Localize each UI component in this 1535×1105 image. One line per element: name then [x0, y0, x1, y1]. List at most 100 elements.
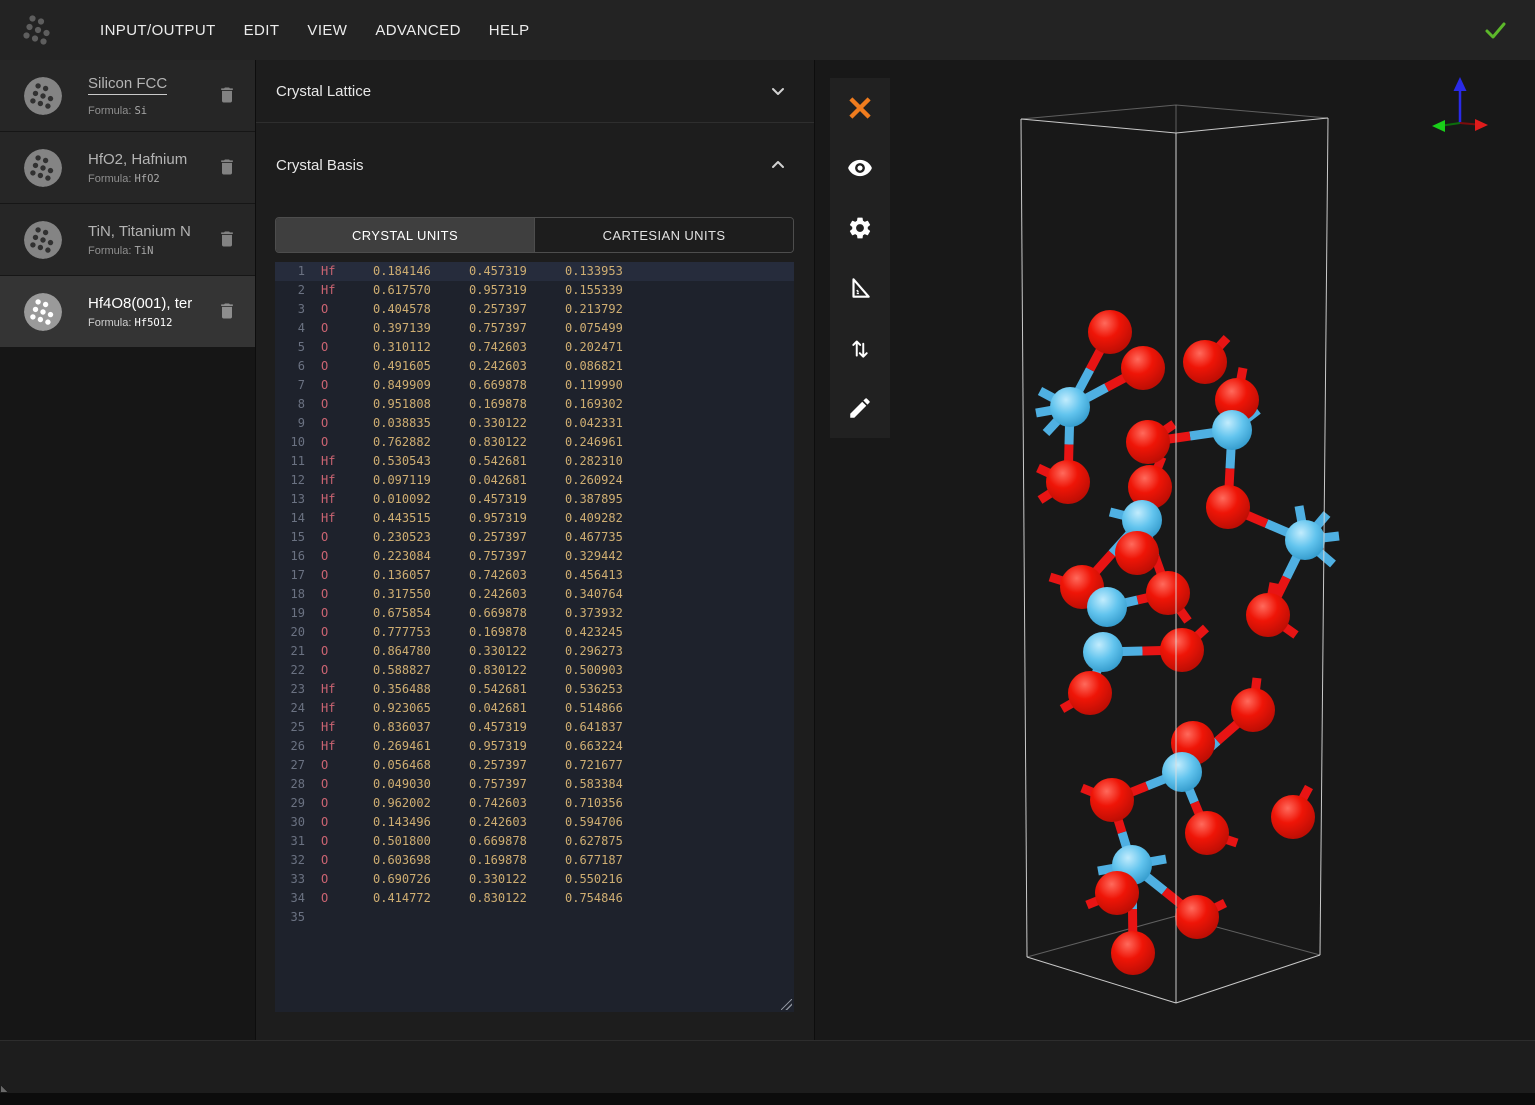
- basis-line[interactable]: 9O0.0388350.3301220.042331: [275, 414, 794, 433]
- material-item-silicon-fcc[interactable]: Silicon FCC Formula: Si: [0, 60, 255, 132]
- basis-line[interactable]: 14Hf0.4435150.9573190.409282: [275, 509, 794, 528]
- o-atom[interactable]: [1126, 420, 1170, 464]
- o-atom[interactable]: [1146, 571, 1190, 615]
- o-atom[interactable]: [1271, 795, 1315, 839]
- material-title[interactable]: TiN, Titanium N: [88, 223, 191, 240]
- delete-material-button[interactable]: [215, 228, 239, 252]
- visibility-button[interactable]: [830, 138, 890, 198]
- basis-line[interactable]: 11Hf0.5305430.5426810.282310: [275, 452, 794, 471]
- crystal-basis-header[interactable]: Crystal Basis: [256, 134, 814, 196]
- delete-material-button[interactable]: [215, 300, 239, 324]
- hf-atom[interactable]: [1083, 632, 1123, 672]
- o-atom[interactable]: [1231, 688, 1275, 732]
- close-icon: [847, 95, 873, 121]
- o-atom[interactable]: [1246, 593, 1290, 637]
- basis-line[interactable]: 29O0.9620020.7426030.710356: [275, 794, 794, 813]
- material-item-hf4o8-selected[interactable]: Hf4O8(001), ter Formula: Hf5O12: [0, 276, 255, 348]
- basis-line[interactable]: 28O0.0490300.7573970.583384: [275, 775, 794, 794]
- basis-line[interactable]: 17O0.1360570.7426030.456413: [275, 566, 794, 585]
- settings-button[interactable]: [830, 198, 890, 258]
- basis-line[interactable]: 4O0.3971390.7573970.075499: [275, 319, 794, 338]
- crystal-lattice-header[interactable]: Crystal Lattice: [256, 60, 814, 122]
- o-atom[interactable]: [1046, 460, 1090, 504]
- basis-line[interactable]: 20O0.7777530.1698780.423245: [275, 623, 794, 642]
- material-avatar: [24, 149, 62, 187]
- material-item-tin[interactable]: TiN, Titanium N Formula: TiN: [0, 204, 255, 276]
- material-title[interactable]: Hf4O8(001), ter: [88, 295, 192, 312]
- material-title[interactable]: Silicon FCC: [88, 75, 167, 95]
- basis-line[interactable]: 30O0.1434960.2426030.594706: [275, 813, 794, 832]
- close-button[interactable]: [830, 78, 890, 138]
- basis-line[interactable]: 18O0.3175500.2426030.340764: [275, 585, 794, 604]
- app-logo-icon[interactable]: [18, 10, 58, 50]
- basis-line[interactable]: 2Hf0.6175700.9573190.155339: [275, 281, 794, 300]
- basis-line[interactable]: 12Hf0.0971190.0426810.260924: [275, 471, 794, 490]
- tab-crystal-units[interactable]: CRYSTAL UNITS: [276, 218, 534, 252]
- menu-help[interactable]: HELP: [475, 12, 544, 49]
- hf-atom[interactable]: [1285, 520, 1325, 560]
- editor-resize-handle[interactable]: [781, 999, 792, 1010]
- material-item-hfo2[interactable]: HfO2, Hafnium Formula: HfO2: [0, 132, 255, 204]
- basis-line[interactable]: 27O0.0564680.2573970.721677: [275, 756, 794, 775]
- hf-atom[interactable]: [1050, 387, 1090, 427]
- o-atom[interactable]: [1115, 531, 1159, 575]
- menu-edit[interactable]: EDIT: [230, 12, 294, 49]
- chevron-up-icon[interactable]: [766, 153, 790, 177]
- basis-line[interactable]: 32O0.6036980.1698780.677187: [275, 851, 794, 870]
- basis-line[interactable]: 5O0.3101120.7426030.202471: [275, 338, 794, 357]
- save-check-icon[interactable]: [1481, 16, 1509, 44]
- hf-atom[interactable]: [1162, 752, 1202, 792]
- structure-viewer-3d[interactable]: [815, 60, 1535, 1040]
- basis-line[interactable]: 22O0.5888270.8301220.500903: [275, 661, 794, 680]
- material-title[interactable]: HfO2, Hafnium: [88, 151, 187, 168]
- material-formula: Formula: TiN: [88, 245, 191, 257]
- basis-line[interactable]: 8O0.9518080.1698780.169302: [275, 395, 794, 414]
- basis-line[interactable]: 13Hf0.0100920.4573190.387895: [275, 490, 794, 509]
- bottom-edge-bar: [0, 1093, 1535, 1105]
- delete-material-button[interactable]: [215, 84, 239, 108]
- o-atom[interactable]: [1111, 931, 1155, 975]
- o-atom[interactable]: [1175, 895, 1219, 939]
- basis-line[interactable]: 24Hf0.9230650.0426810.514866: [275, 699, 794, 718]
- basis-line[interactable]: 1Hf0.1841460.4573190.133953: [275, 262, 794, 281]
- basis-line[interactable]: 21O0.8647800.3301220.296273: [275, 642, 794, 661]
- o-atom[interactable]: [1183, 340, 1227, 384]
- o-atom[interactable]: [1088, 310, 1132, 354]
- swap-vertical-button[interactable]: [830, 318, 890, 378]
- tab-cartesian-units[interactable]: CARTESIAN UNITS: [534, 218, 793, 252]
- basis-line[interactable]: 3O0.4045780.2573970.213792: [275, 300, 794, 319]
- material-formula: Formula: HfO2: [88, 173, 187, 185]
- basis-coordinates-editor[interactable]: 1Hf0.1841460.4573190.1339532Hf0.6175700.…: [275, 262, 794, 1012]
- hf-atom[interactable]: [1212, 410, 1252, 450]
- menu-advanced[interactable]: ADVANCED: [361, 12, 474, 49]
- measure-button[interactable]: [830, 258, 890, 318]
- basis-line[interactable]: 34O0.4147720.8301220.754846: [275, 889, 794, 908]
- edit-button[interactable]: [830, 378, 890, 438]
- basis-line[interactable]: 19O0.6758540.6698780.373932: [275, 604, 794, 623]
- basis-line[interactable]: 23Hf0.3564880.5426810.536253: [275, 680, 794, 699]
- basis-line[interactable]: 15O0.2305230.2573970.467735: [275, 528, 794, 547]
- o-atom[interactable]: [1206, 485, 1250, 529]
- basis-line[interactable]: 25Hf0.8360370.4573190.641837: [275, 718, 794, 737]
- o-atom[interactable]: [1068, 671, 1112, 715]
- basis-line[interactable]: 16O0.2230840.7573970.329442: [275, 547, 794, 566]
- menu-input-output[interactable]: INPUT/OUTPUT: [86, 12, 230, 49]
- basis-line[interactable]: 31O0.5018000.6698780.627875: [275, 832, 794, 851]
- o-atom[interactable]: [1185, 811, 1229, 855]
- basis-line[interactable]: 26Hf0.2694610.9573190.663224: [275, 737, 794, 756]
- menu-view[interactable]: VIEW: [293, 12, 361, 49]
- basis-line[interactable]: 33O0.6907260.3301220.550216: [275, 870, 794, 889]
- viewer-toolbar: [830, 78, 890, 438]
- basis-line[interactable]: 7O0.8499090.6698780.119990: [275, 376, 794, 395]
- chevron-down-icon[interactable]: [766, 79, 790, 103]
- hf-atom[interactable]: [1087, 587, 1127, 627]
- basis-line[interactable]: 6O0.4916050.2426030.086821: [275, 357, 794, 376]
- basis-line[interactable]: 35: [275, 908, 794, 927]
- basis-line[interactable]: 10O0.7628820.8301220.246961: [275, 433, 794, 452]
- o-atom[interactable]: [1090, 778, 1134, 822]
- o-atom[interactable]: [1160, 628, 1204, 672]
- crystal-structure-scene[interactable]: [815, 60, 1535, 1040]
- o-atom[interactable]: [1095, 871, 1139, 915]
- o-atom[interactable]: [1121, 346, 1165, 390]
- delete-material-button[interactable]: [215, 156, 239, 180]
